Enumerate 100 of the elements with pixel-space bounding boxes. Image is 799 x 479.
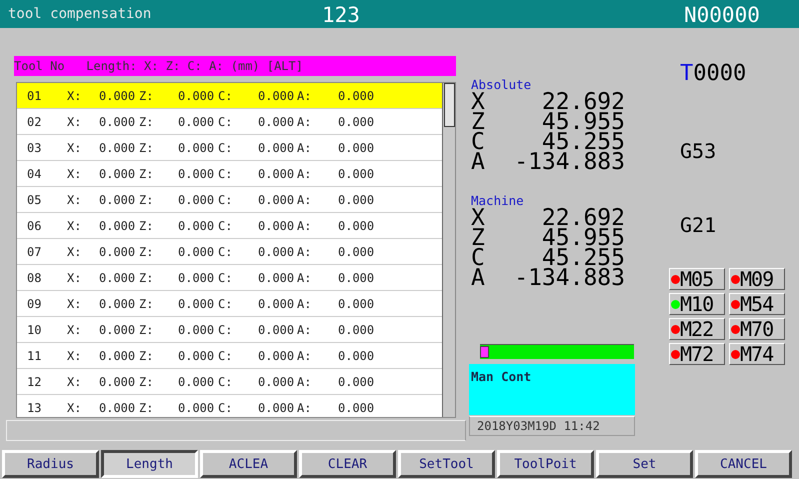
axis-label: Z: <box>139 400 154 414</box>
scrollbar[interactable] <box>442 83 455 417</box>
offset-value: 0.000 <box>258 218 296 232</box>
tool-row[interactable]: 07 X: 0.000 Z: 0.000 C: 0.000 A: 0.000 <box>17 239 442 265</box>
tool-number: 01 <box>27 88 42 102</box>
tool-row[interactable]: 10 X: 0.000 Z: 0.000 C: 0.000 A: 0.000 <box>17 317 442 343</box>
offset-value: 0.000 <box>258 322 296 336</box>
screen-title: tool compensation <box>8 6 152 22</box>
softkey-button[interactable]: Length <box>101 450 198 478</box>
tool-row[interactable]: 03 X: 0.000 Z: 0.000 C: 0.000 A: 0.000 <box>17 135 442 161</box>
axis-value: 45.255 <box>542 132 625 152</box>
axis-label: Z: <box>139 270 154 284</box>
offset-value: 0.000 <box>258 114 296 128</box>
tool-row[interactable]: 11 X: 0.000 Z: 0.000 C: 0.000 A: 0.000 <box>17 343 442 369</box>
axis-label: A: <box>297 348 312 362</box>
axis-label: X: <box>67 296 82 310</box>
offset-value: 0.000 <box>258 296 296 310</box>
softkey-button[interactable]: CANCEL <box>695 450 792 478</box>
axis-value: -134.883 <box>513 152 625 172</box>
offset-value: 0.000 <box>258 140 296 154</box>
offset-value: 0.000 <box>99 166 136 180</box>
offset-value: 0.000 <box>258 192 296 206</box>
softkey-button[interactable]: CLEAR <box>299 450 396 478</box>
axis-label: C: <box>218 348 234 362</box>
axis-label: X: <box>67 270 82 284</box>
axis-label: X: <box>67 140 82 154</box>
m-code: M09 <box>740 269 774 289</box>
axis-label: X: <box>67 400 82 414</box>
m-code: M10 <box>680 294 714 314</box>
axis-label: Z: <box>139 322 154 336</box>
softkey-button[interactable]: ToolPoit <box>497 450 594 478</box>
offset-value: 0.000 <box>178 166 216 180</box>
position-title: Absolute <box>471 77 532 92</box>
axis-label: A: <box>297 140 312 154</box>
axis-value: 45.955 <box>540 112 625 132</box>
axis-label: C: <box>218 140 234 154</box>
tool-prefix: T <box>680 61 694 86</box>
offset-value: 0.000 <box>178 114 216 128</box>
axis-label: A: <box>297 88 312 102</box>
axis-label: Z: <box>139 166 154 180</box>
scroll-thumb[interactable] <box>444 83 455 127</box>
axis-label: X: <box>67 114 82 128</box>
offset-value: 0.000 <box>338 374 376 388</box>
axis-label: C: <box>218 218 234 232</box>
offset-value: 0.000 <box>338 114 376 128</box>
offset-value: 0.000 <box>99 192 136 206</box>
position-title: Machine <box>471 193 525 208</box>
m-code: M74 <box>740 344 774 364</box>
tool-row[interactable]: 04 X: 0.000 Z: 0.000 C: 0.000 A: 0.000 <box>17 161 442 187</box>
axis-label: C: <box>218 88 234 102</box>
offset-value: 0.000 <box>338 296 376 310</box>
offset-value: 0.000 <box>338 400 376 414</box>
axis-label: A: <box>297 192 312 206</box>
axis-label: X: <box>67 192 82 206</box>
tool-row[interactable]: 09 X: 0.000 Z: 0.000 C: 0.000 A: 0.000 <box>17 291 442 317</box>
message-text: Man Cont <box>471 369 532 384</box>
axis-label: A: <box>297 218 312 232</box>
axis-label: A: <box>297 166 312 180</box>
axis-label: X: <box>67 244 82 258</box>
axis-value: 45.955 <box>540 228 625 248</box>
axis-label: C: <box>218 192 234 206</box>
axis-label: Z: <box>139 348 154 362</box>
softkey-button[interactable]: Radius <box>2 450 99 478</box>
m-code: M70 <box>740 319 774 339</box>
tool-row[interactable]: 12 X: 0.000 Z: 0.000 C: 0.000 A: 0.000 <box>17 369 442 395</box>
offset-value: 0.000 <box>99 348 136 362</box>
axis-label: Z: <box>139 296 154 310</box>
axis-label: Z: <box>139 244 154 258</box>
tool-row[interactable]: 02 X: 0.000 Z: 0.000 C: 0.000 A: 0.000 <box>17 109 442 135</box>
offset-value: 0.000 <box>338 322 376 336</box>
softkey-button[interactable]: SetTool <box>398 450 495 478</box>
softkey-button[interactable]: ACLEA <box>200 450 297 478</box>
offset-value: 0.000 <box>99 114 136 128</box>
axis-label: Z: <box>139 140 154 154</box>
axis-name: Z <box>471 228 486 248</box>
tool-number: 08 <box>27 270 42 284</box>
offset-value: 0.000 <box>99 400 136 414</box>
axis-name: Z <box>471 112 486 132</box>
offset-value: 0.000 <box>99 218 136 232</box>
offset-value: 0.000 <box>178 296 216 310</box>
tool-number: 06 <box>27 218 42 232</box>
offset-value: 0.000 <box>258 348 296 362</box>
axis-label: Z: <box>139 88 154 102</box>
tool-number: 11 <box>27 348 42 362</box>
tool-row[interactable]: 05 X: 0.000 Z: 0.000 C: 0.000 A: 0.000 <box>17 187 442 213</box>
offset-value: 0.000 <box>258 88 296 102</box>
tool-row[interactable]: 06 X: 0.000 Z: 0.000 C: 0.000 A: 0.000 <box>17 213 442 239</box>
offset-value: 0.000 <box>178 140 216 154</box>
tool-row[interactable]: 08 X: 0.000 Z: 0.000 C: 0.000 A: 0.000 <box>17 265 442 291</box>
axis-label: X: <box>67 348 82 362</box>
tool-number: 0000 <box>693 61 746 86</box>
axis-label: A: <box>297 296 312 310</box>
axis-label: C: <box>218 400 234 414</box>
m-code: M22 <box>680 319 714 339</box>
offset-value: 0.000 <box>178 192 216 206</box>
axis-label: A: <box>297 114 312 128</box>
axis-name: C <box>471 248 486 268</box>
input-field[interactable] <box>6 420 466 441</box>
tool-row[interactable]: 01 X: 0.000 Z: 0.000 C: 0.000 A: 0.000 <box>17 83 442 109</box>
softkey-button[interactable]: Set <box>596 450 693 478</box>
